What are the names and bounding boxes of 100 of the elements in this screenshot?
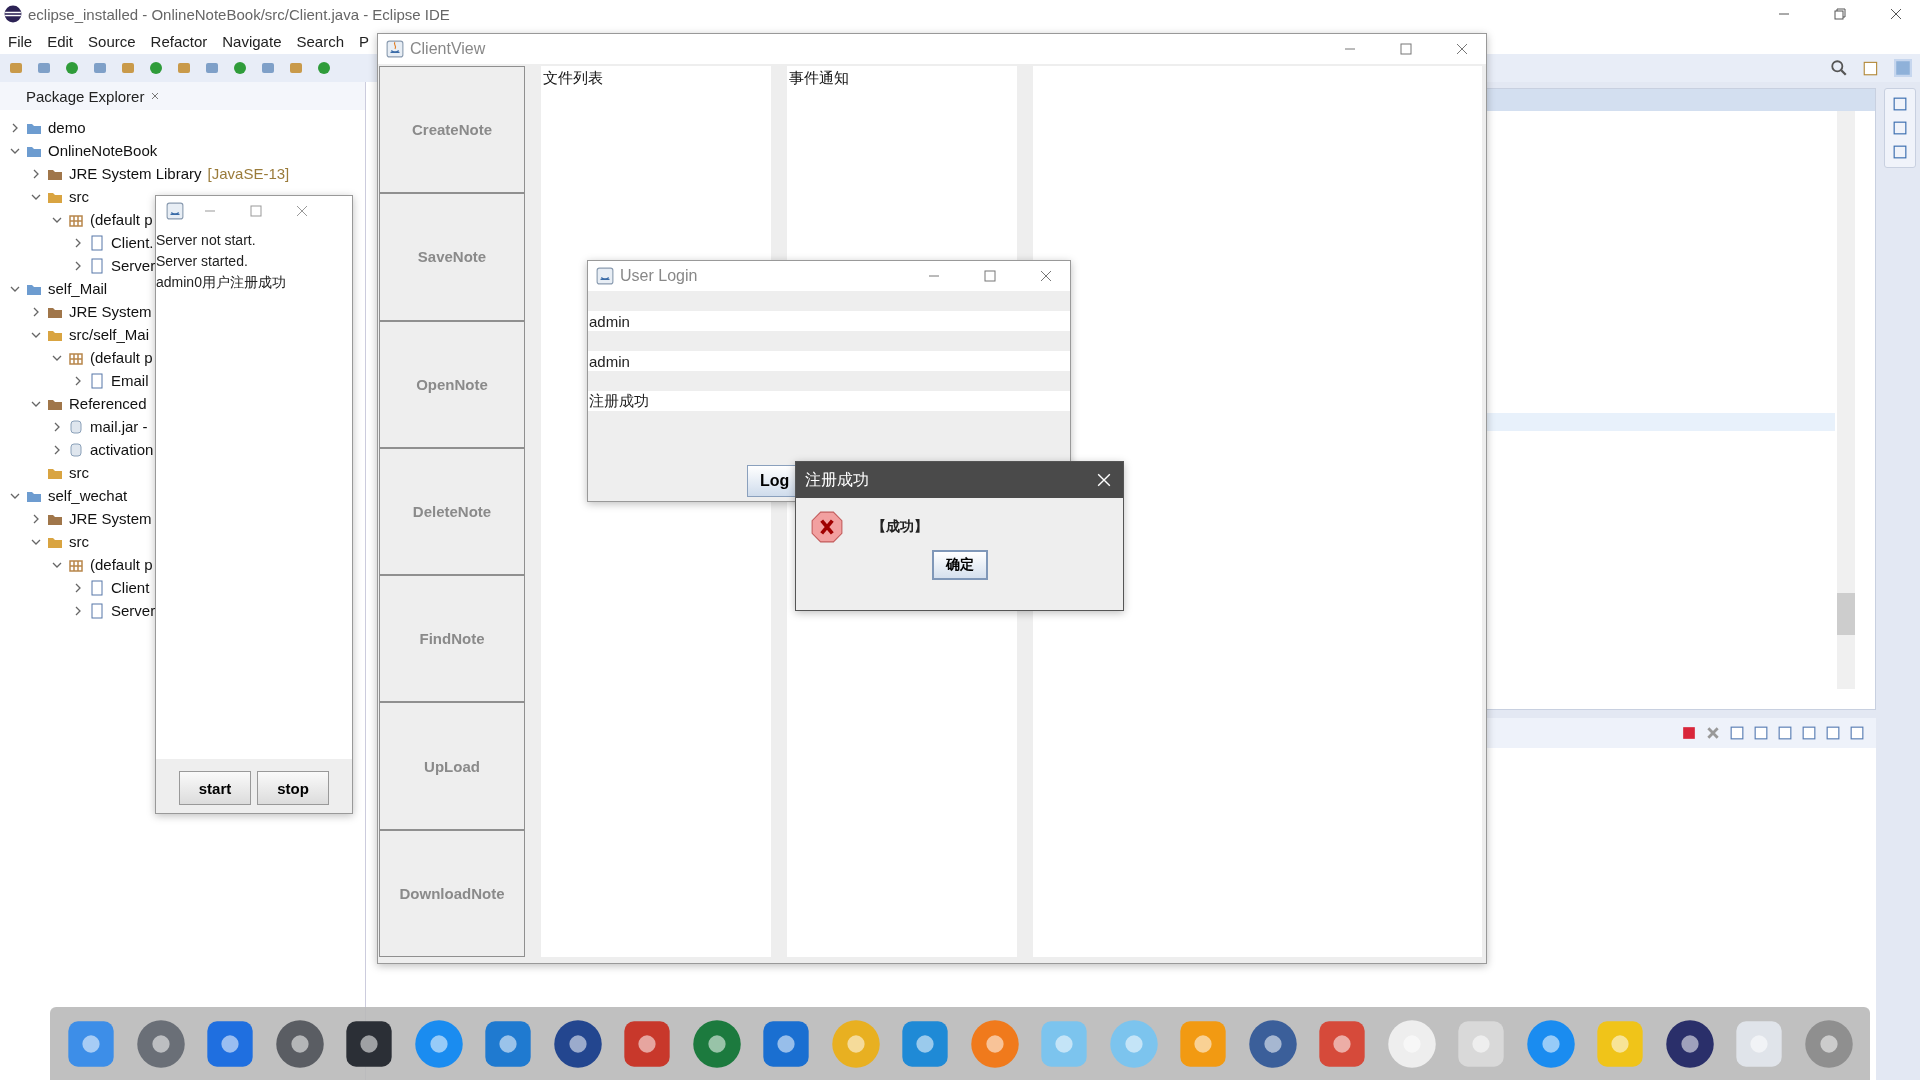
panel-label: 文件列表 (543, 69, 603, 86)
chevron-right-icon[interactable] (73, 237, 83, 248)
java-icon (596, 267, 614, 285)
tree-item-decoration: [JavaSE-13] (207, 165, 290, 182)
toolbar-tool-icon[interactable] (204, 60, 220, 76)
file-icon (89, 234, 105, 251)
tree-item[interactable]: demo (48, 119, 86, 136)
input-field[interactable]: admin (588, 351, 1070, 371)
menu-item[interactable]: File (8, 32, 33, 50)
toolbar-tool-icon[interactable] (8, 60, 24, 76)
close-icon[interactable] (150, 91, 161, 101)
tree-item[interactable]: (default p (90, 556, 153, 573)
eclipse-logo-icon (4, 5, 22, 23)
tree-item[interactable]: JRE System Library (69, 165, 202, 182)
toolbar-tool-icon[interactable] (148, 60, 164, 76)
chevron-right-icon[interactable] (31, 513, 41, 524)
toolbar-tool-icon[interactable] (316, 60, 332, 76)
tree-item[interactable]: Server (111, 602, 156, 619)
tree-item[interactable]: JRE System (69, 510, 152, 527)
tree-item[interactable]: self_wechat (48, 487, 128, 504)
input-field[interactable]: 注册成功 (588, 391, 1070, 411)
view-icon[interactable] (1893, 97, 1907, 111)
tree-item[interactable]: Client. (111, 234, 154, 251)
tree-item[interactable]: Client (111, 579, 150, 596)
console-tool-icon[interactable] (1802, 726, 1816, 740)
search-icon[interactable] (1830, 59, 1848, 77)
chevron-right-icon[interactable] (10, 122, 20, 133)
tree-item[interactable]: Server (111, 257, 156, 274)
chevron-right-icon[interactable] (73, 605, 83, 616)
java-icon (166, 202, 184, 220)
menu-item[interactable]: Search (296, 32, 344, 50)
window-title: User Login (620, 267, 698, 285)
chevron-right-icon[interactable] (31, 306, 41, 317)
tree-item[interactable]: mail.jar - (90, 418, 148, 435)
chevron-right-icon[interactable] (52, 444, 62, 455)
console-tool-icon[interactable] (1850, 726, 1864, 740)
toolbar-tool-icon[interactable] (176, 60, 192, 76)
tree-item[interactable]: (default p (90, 349, 153, 366)
view-icon[interactable] (1893, 145, 1907, 159)
menu-item[interactable]: Refactor (150, 32, 208, 50)
remove-icon[interactable] (1706, 726, 1720, 740)
server-button[interactable]: start (179, 771, 251, 805)
panel-label: 事件通知 (789, 69, 849, 86)
maximize-icon[interactable] (250, 205, 262, 217)
file-icon (89, 579, 105, 596)
scrollbar[interactable] (1837, 111, 1855, 689)
log-line: Server started. (156, 253, 249, 269)
menu-item[interactable]: Navigate (222, 32, 282, 50)
tree-item[interactable]: src (69, 533, 89, 550)
tree-item[interactable]: Referenced (69, 395, 147, 412)
console-tool-icon[interactable] (1778, 726, 1792, 740)
file-icon (89, 602, 105, 619)
ok-button[interactable]: 确定 (931, 550, 988, 580)
tree-item[interactable]: Email (111, 372, 149, 389)
maximize-icon[interactable] (1400, 43, 1412, 55)
jar-icon (68, 418, 84, 435)
toolbar-tool-icon[interactable] (92, 60, 108, 76)
maximize-icon[interactable] (984, 270, 996, 282)
view-icon[interactable] (1893, 121, 1907, 135)
tree-item[interactable]: activation (90, 441, 154, 458)
menu-item[interactable]: Edit (47, 32, 74, 50)
console-tool-icon[interactable] (1826, 726, 1840, 740)
toolbar-tool-icon[interactable] (260, 60, 276, 76)
restore-icon[interactable] (1834, 8, 1846, 20)
java-icon (386, 40, 404, 58)
perspective-icon[interactable] (1862, 59, 1880, 77)
window-title: eclipse_installed - OnlineNoteBook/src/Client.java - Eclipse IDE (28, 5, 450, 23)
console-tool-icon[interactable] (1754, 726, 1768, 740)
log-line: Server not start. (156, 232, 257, 248)
chevron-right-icon[interactable] (73, 582, 83, 593)
input-field[interactable]: admin (588, 311, 1070, 331)
stop-icon[interactable] (1682, 726, 1696, 740)
chevron-right-icon[interactable] (52, 421, 62, 432)
close-icon[interactable] (1456, 43, 1468, 55)
tree-item[interactable]: src (69, 464, 89, 481)
java-perspective-icon[interactable] (1894, 59, 1912, 77)
jar-icon (68, 441, 84, 458)
close-icon[interactable] (1040, 270, 1052, 282)
tree-item[interactable]: self_Mail (48, 280, 108, 297)
tree-item[interactable]: OnlineNoteBook (48, 142, 158, 159)
dialog-title: 注册成功 (805, 469, 869, 490)
menu-item[interactable]: P (359, 32, 369, 50)
toolbar-tool-icon[interactable] (288, 60, 304, 76)
toolbar-tool-icon[interactable] (64, 60, 80, 76)
close-icon[interactable] (1890, 8, 1902, 20)
tree-item[interactable]: src/self_Mai (69, 326, 150, 343)
menu-item[interactable]: Source (88, 32, 136, 50)
tree-item[interactable]: JRE System (69, 303, 152, 320)
chevron-right-icon[interactable] (73, 260, 83, 271)
toolbar-tool-icon[interactable] (36, 60, 52, 76)
error-icon (810, 510, 844, 544)
tree-item[interactable]: src (69, 188, 89, 205)
toolbar-tool-icon[interactable] (232, 60, 248, 76)
console-tool-icon[interactable] (1730, 726, 1744, 740)
toolbar-tool-icon[interactable] (120, 60, 136, 76)
tree-item[interactable]: (default p (90, 211, 153, 228)
file-icon (89, 372, 105, 389)
chevron-right-icon[interactable] (73, 375, 83, 386)
chevron-right-icon[interactable] (31, 168, 41, 179)
server-button[interactable]: stop (257, 771, 329, 805)
